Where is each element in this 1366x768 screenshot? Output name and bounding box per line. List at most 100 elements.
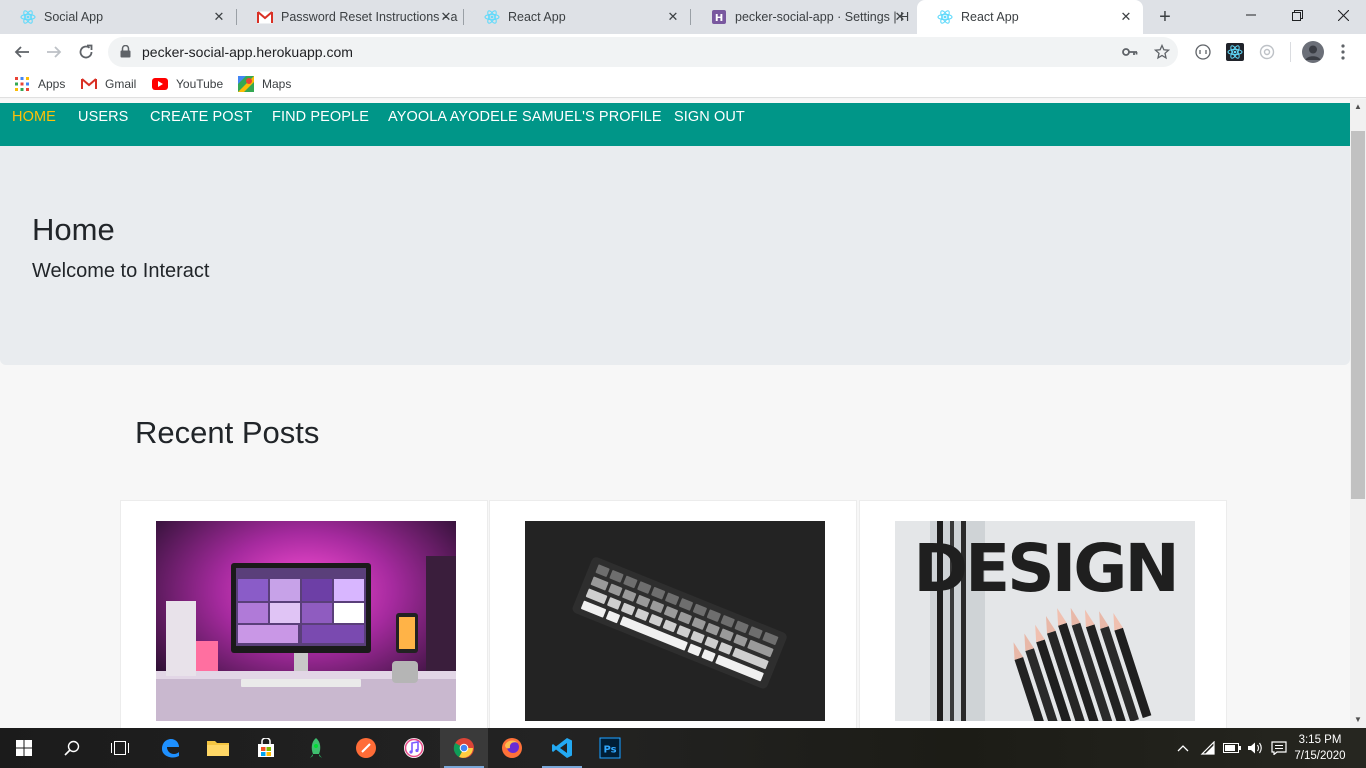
minimize-button[interactable] xyxy=(1228,0,1274,30)
new-tab-button[interactable]: + xyxy=(1154,6,1176,28)
lock-icon[interactable] xyxy=(120,44,131,63)
close-tab-icon[interactable]: ✕ xyxy=(1119,10,1133,24)
browser-tab-strip: Social App ✕ Password Reset Instructions… xyxy=(0,0,1366,34)
photoshop-icon: Ps xyxy=(599,737,621,759)
postman-icon xyxy=(356,738,376,758)
taskbar-store[interactable] xyxy=(242,728,290,768)
store-icon xyxy=(258,738,274,757)
toolbar-divider xyxy=(1290,42,1291,62)
taskbar-postman[interactable] xyxy=(342,728,390,768)
battery-icon[interactable] xyxy=(1222,740,1242,756)
taskbar-chrome[interactable] xyxy=(440,728,488,768)
volume-icon[interactable] xyxy=(1245,740,1265,756)
task-view-button[interactable] xyxy=(96,728,144,768)
close-tab-icon[interactable]: ✕ xyxy=(212,10,226,24)
nav-users[interactable]: USERS xyxy=(78,109,128,125)
windows-taskbar: Ps 3:15 PM 7/15/2020 xyxy=(0,728,1366,768)
chrome-icon xyxy=(453,738,474,758)
tab-title: React App xyxy=(961,10,1019,24)
scrollbar-thumb[interactable] xyxy=(1351,131,1365,499)
taskbar-itunes[interactable] xyxy=(390,728,438,768)
page-title: Home xyxy=(32,212,115,247)
bookmark-gmail[interactable]: Gmail xyxy=(81,76,136,92)
windows-icon xyxy=(16,740,32,756)
redux-devtools-icon[interactable] xyxy=(1258,43,1276,61)
back-button[interactable] xyxy=(10,40,34,64)
nav-profile[interactable]: AYOOLA AYODELE SAMUEL'S PROFILE xyxy=(388,109,662,125)
system-clock[interactable]: 3:15 PM 7/15/2020 xyxy=(1290,732,1350,764)
tab-react-app-active[interactable]: React App ✕ xyxy=(917,0,1143,34)
nav-create-post[interactable]: CREATE POST xyxy=(150,109,252,125)
svg-text:H: H xyxy=(715,13,723,24)
page-viewport: HOME USERS CREATE POST FIND PEOPLE AYOOL… xyxy=(0,99,1350,728)
post-card[interactable]: DESIGN xyxy=(859,500,1227,728)
tab-react-app[interactable]: React App ✕ xyxy=(464,0,690,34)
task-view-icon xyxy=(111,741,129,755)
app-navbar: HOME USERS CREATE POST FIND PEOPLE AYOOL… xyxy=(0,103,1350,149)
key-icon[interactable] xyxy=(1121,43,1139,61)
nav-find-people[interactable]: FIND PEOPLE xyxy=(272,109,369,125)
scroll-down-arrow-icon[interactable]: ▼ xyxy=(1350,712,1366,728)
firefox-icon xyxy=(502,738,522,758)
tab-title: Password Reset Instructions - a xyxy=(281,10,458,24)
bookmark-label: Apps xyxy=(38,77,66,91)
maps-icon xyxy=(238,76,254,92)
youtube-icon xyxy=(152,76,168,92)
close-tab-icon[interactable]: ✕ xyxy=(439,10,453,24)
taskbar-vscode[interactable] xyxy=(538,728,586,768)
forward-button[interactable] xyxy=(42,40,66,64)
search-icon xyxy=(64,740,80,756)
bookmark-maps[interactable]: Maps xyxy=(238,76,291,92)
notifications-icon[interactable] xyxy=(1269,740,1289,756)
close-window-button[interactable] xyxy=(1320,0,1366,30)
tab-password-reset[interactable]: Password Reset Instructions - a ✕ xyxy=(237,0,463,34)
tab-social-app[interactable]: Social App ✕ xyxy=(0,0,236,34)
more-menu-icon[interactable] xyxy=(1334,43,1352,61)
bookmark-apps[interactable]: Apps xyxy=(14,76,65,92)
page-subtitle: Welcome to Interact xyxy=(32,260,210,282)
address-bar[interactable]: pecker-social-app.herokuapp.com xyxy=(108,37,1178,67)
bookmark-label: Gmail xyxy=(105,77,137,91)
tab-title: pecker-social-app · Settings | H xyxy=(735,10,910,24)
bookmark-label: Maps xyxy=(262,77,292,91)
vscode-icon xyxy=(552,738,572,758)
scroll-up-arrow-icon[interactable]: ▲ xyxy=(1350,99,1366,115)
gmail-icon xyxy=(257,9,273,25)
reload-button[interactable] xyxy=(74,40,98,64)
design-image-text: DESIGN xyxy=(913,530,1176,607)
react-icon xyxy=(20,9,36,25)
tab-title: Social App xyxy=(44,10,104,24)
clock-date: 7/15/2020 xyxy=(1294,750,1346,762)
post-image-desk-setup[interactable] xyxy=(156,521,456,721)
react-icon xyxy=(937,9,953,25)
tray-chevron-up-icon[interactable] xyxy=(1173,740,1193,756)
heroku-icon: H xyxy=(711,9,727,25)
nav-home[interactable]: HOME xyxy=(12,109,56,125)
gmail-icon xyxy=(81,76,97,92)
profile-avatar[interactable] xyxy=(1302,41,1324,63)
page-scrollbar[interactable]: ▲ ▼ xyxy=(1350,99,1366,728)
taskbar-file-explorer[interactable] xyxy=(194,728,242,768)
taskbar-edge[interactable] xyxy=(146,728,194,768)
close-tab-icon[interactable]: ✕ xyxy=(666,10,680,24)
taskbar-firefox[interactable] xyxy=(488,728,536,768)
post-card[interactable] xyxy=(120,500,488,728)
extension-icon[interactable] xyxy=(1194,43,1212,61)
react-devtools-icon[interactable] xyxy=(1226,43,1244,61)
search-button[interactable] xyxy=(48,728,96,768)
taskbar-photoshop[interactable]: Ps xyxy=(586,728,634,768)
post-image-keyboard[interactable] xyxy=(525,521,825,721)
star-icon[interactable] xyxy=(1153,43,1171,61)
edge-icon xyxy=(162,739,179,758)
post-card[interactable] xyxy=(489,500,857,728)
start-button[interactable] xyxy=(0,728,48,768)
tab-heroku-settings[interactable]: H pecker-social-app · Settings | H ✕ xyxy=(691,0,917,34)
post-image-design[interactable]: DESIGN xyxy=(895,521,1195,721)
close-tab-icon[interactable]: ✕ xyxy=(893,10,907,24)
restore-button[interactable] xyxy=(1274,0,1320,30)
bookmark-youtube[interactable]: YouTube xyxy=(152,76,223,92)
taskbar-rocket-app[interactable] xyxy=(292,728,340,768)
wifi-icon[interactable] xyxy=(1198,740,1218,756)
nav-sign-out[interactable]: SIGN OUT xyxy=(674,109,745,125)
recent-posts-heading: Recent Posts xyxy=(135,415,320,450)
